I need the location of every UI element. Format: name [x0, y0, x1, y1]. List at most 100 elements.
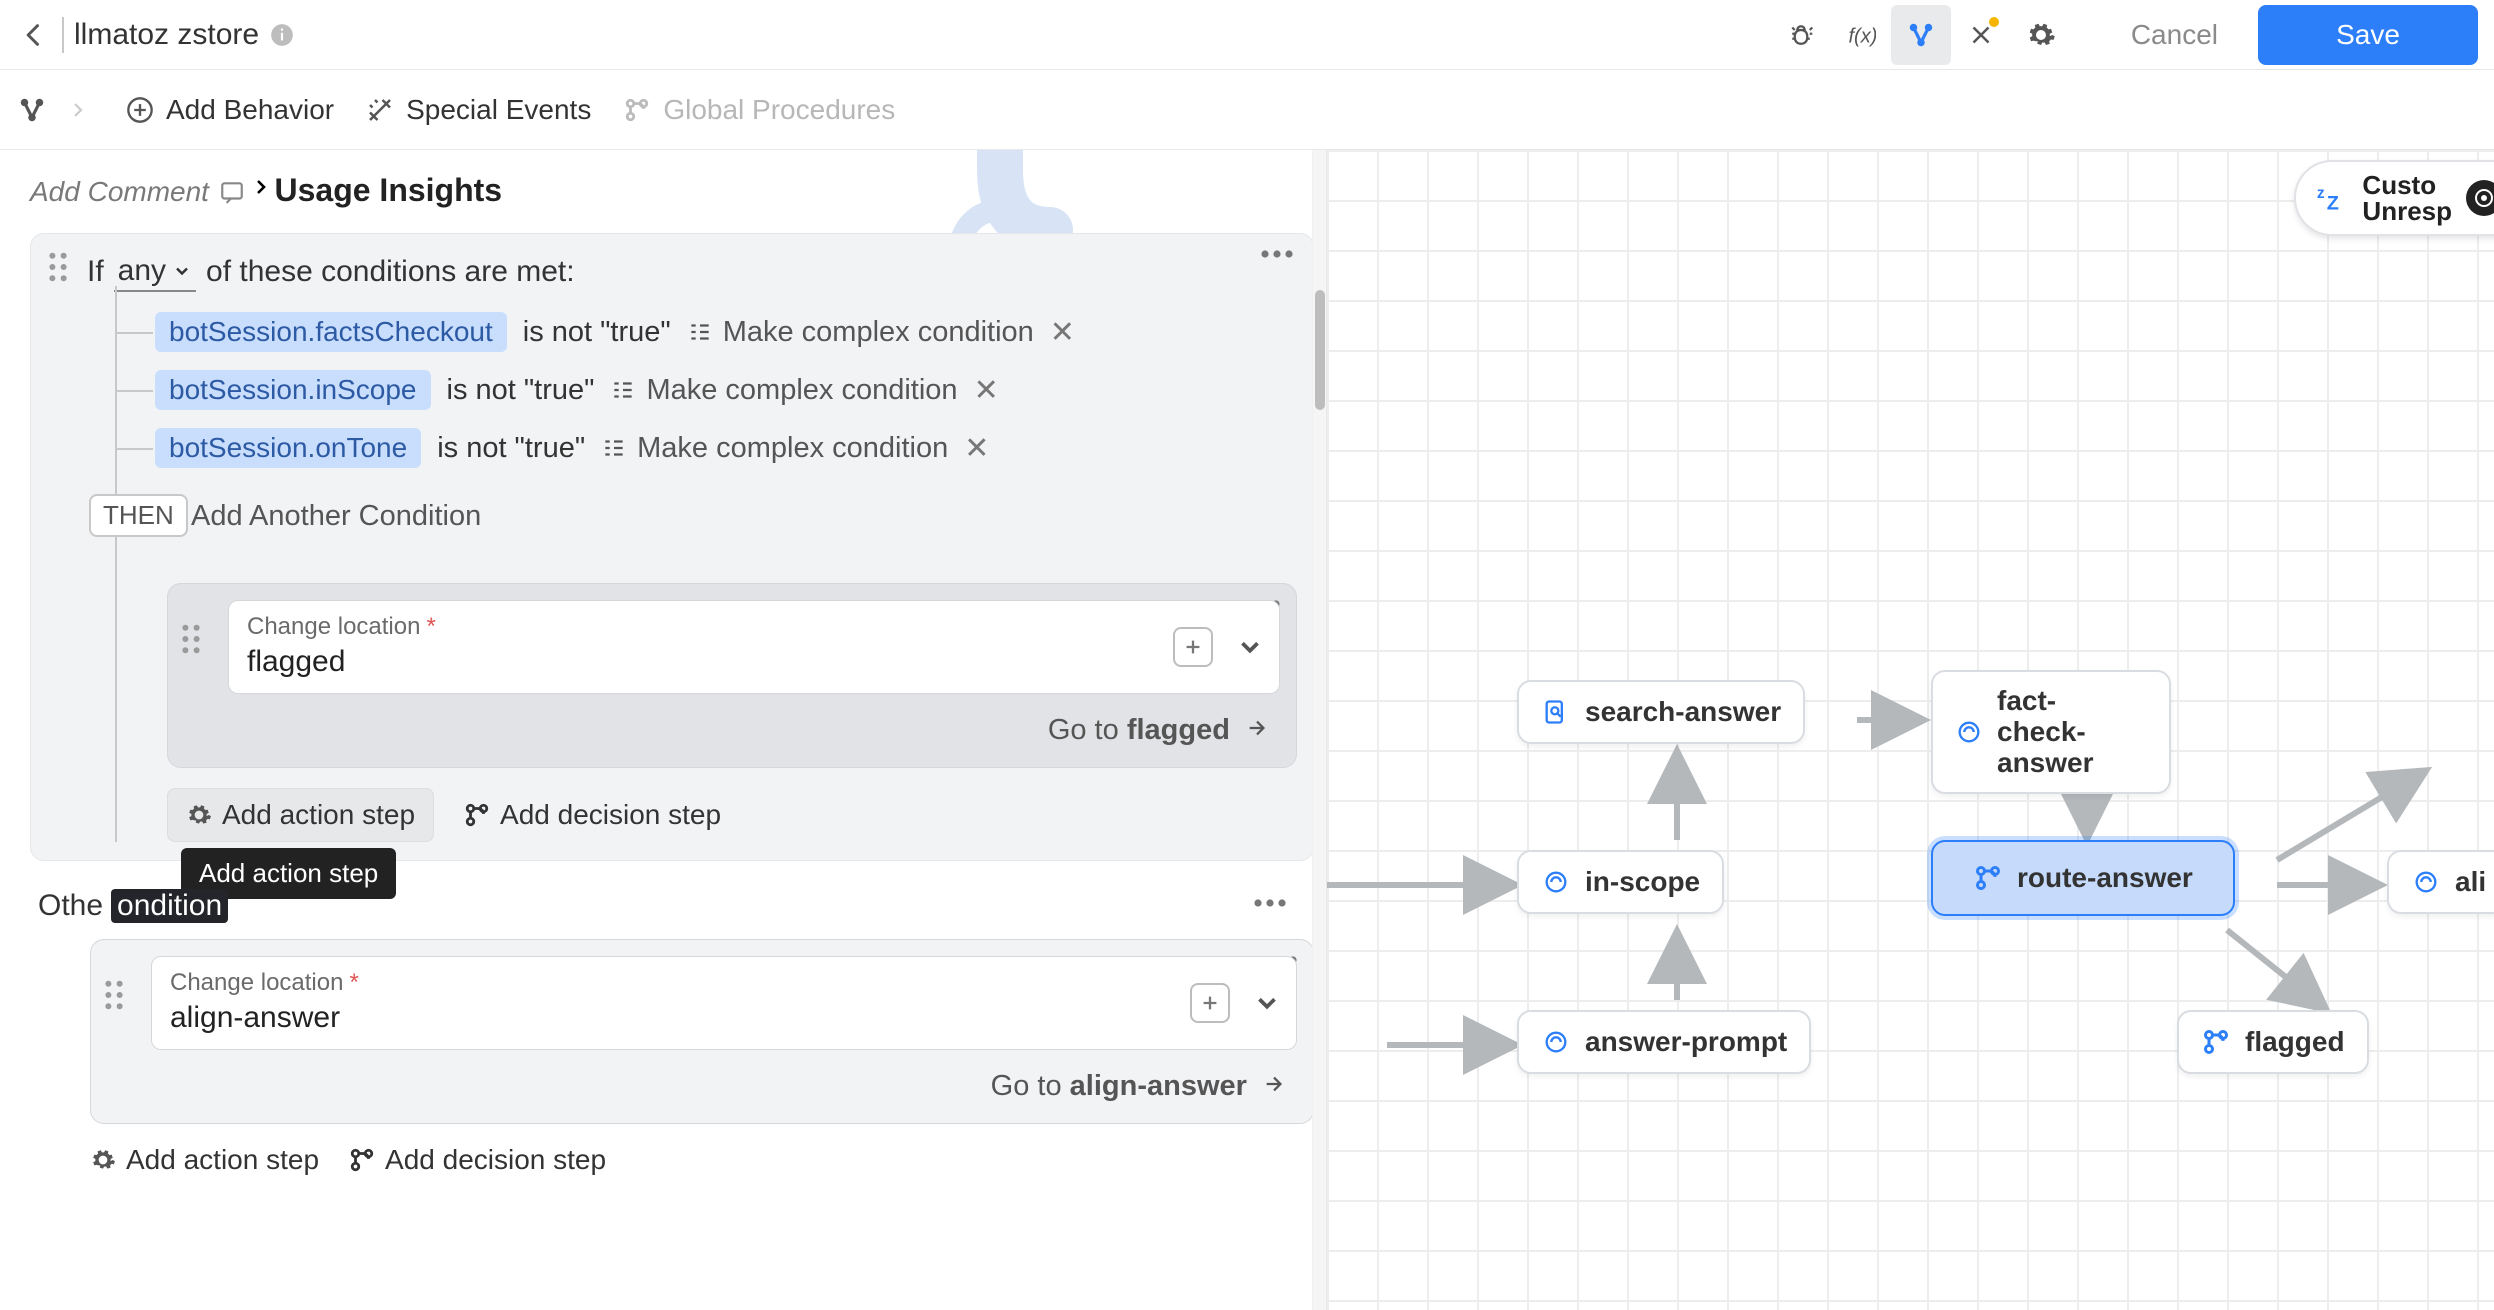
node-label: route-answer — [2017, 862, 2193, 894]
change-location-value: align-answer — [170, 1001, 1278, 1035]
page-title: llmatoz zstore — [74, 18, 259, 52]
any-selector[interactable]: any — [114, 252, 196, 292]
plus-icon[interactable] — [1190, 983, 1230, 1023]
change-location-label: Change location — [170, 969, 343, 997]
usage-insights-heading[interactable]: Usage Insights — [252, 172, 502, 209]
custom-line1: Custo — [2362, 172, 2452, 198]
flow-icon[interactable] — [1891, 5, 1951, 65]
node-answer-prompt[interactable]: answer-prompt — [1517, 1010, 1811, 1074]
node-flagged[interactable]: flagged — [2177, 1010, 2369, 1074]
content-area: Add Comment Usage Insights — [0, 150, 2494, 1310]
node-route-answer[interactable]: route-answer — [1931, 840, 2235, 916]
drag-handle-icon[interactable] — [180, 624, 202, 654]
gear-icon[interactable] — [2011, 5, 2071, 65]
list-icon — [610, 377, 636, 403]
goto-target: flagged — [1127, 714, 1230, 746]
add-action-step-label: Add action step — [222, 799, 415, 831]
fx-icon[interactable]: f(x) — [1831, 5, 1891, 65]
variable-chip[interactable]: botSession.onTone — [155, 428, 421, 468]
condition-row: botSession.factsCheckout is not "true" M… — [155, 312, 1297, 352]
scrollbar[interactable] — [1312, 150, 1326, 1310]
make-complex-button[interactable]: Make complex condition — [687, 316, 1034, 349]
change-location-field[interactable]: Change location * align-answer — [151, 956, 1297, 1050]
otherwise-label-visible: Othe — [38, 889, 103, 923]
goto-flagged-link[interactable]: Go to flagged — [184, 714, 1270, 747]
variable-chip[interactable]: botSession.inScope — [155, 370, 431, 410]
remove-condition-button[interactable]: ✕ — [964, 431, 989, 466]
chevron-down-icon[interactable] — [1252, 988, 1282, 1018]
tools-icon[interactable] — [1951, 5, 2011, 65]
add-decision-step-label: Add decision step — [385, 1144, 606, 1176]
custom-line2: Unresp — [2362, 198, 2452, 224]
remove-condition-button[interactable]: ✕ — [974, 373, 999, 408]
variable-chip[interactable]: botSession.factsCheckout — [155, 312, 507, 352]
any-label: any — [118, 254, 166, 288]
goto-align-link[interactable]: Go to align-answer — [107, 1070, 1287, 1103]
cancel-button[interactable]: Cancel — [2111, 9, 2238, 61]
node-label: answer-prompt — [1585, 1026, 1787, 1058]
node-fact-check[interactable]: fact- check-answer — [1931, 670, 2171, 794]
info-icon[interactable] — [269, 22, 295, 48]
node-label: flagged — [2245, 1026, 2345, 1058]
node-in-scope[interactable]: in-scope — [1517, 850, 1724, 914]
condition-operator[interactable]: is not "true" — [437, 432, 585, 465]
document-search-icon — [1541, 697, 1571, 727]
scrollbar-thumb[interactable] — [1315, 290, 1325, 410]
add-another-condition-button[interactable]: Add Another Condition — [155, 500, 481, 533]
add-decision-step-button-2[interactable]: Add decision step — [349, 1144, 606, 1176]
make-complex-label: Make complex condition — [637, 432, 948, 465]
flow-icon[interactable] — [16, 94, 48, 126]
node-label: fact- check-answer — [1997, 686, 2147, 778]
then-chip: THEN — [89, 494, 188, 537]
svg-text:f(x): f(x) — [1848, 25, 1876, 47]
add-behavior-button[interactable]: Add Behavior — [124, 94, 334, 126]
brain-icon — [2411, 867, 2441, 897]
conditions-block: botSession.factsCheckout is not "true" M… — [47, 312, 1297, 842]
change-location-field[interactable]: Change location * flagged — [228, 600, 1280, 694]
chevron-down-icon[interactable] — [1235, 632, 1265, 662]
secondary-bar: Add Behavior Special Events Global Proce… — [0, 70, 2494, 150]
global-procedures-button[interactable]: Global Procedures — [621, 94, 895, 126]
remove-condition-button[interactable]: ✕ — [1050, 315, 1075, 350]
svg-text:z: z — [2317, 185, 2325, 202]
make-complex-button[interactable]: Make complex condition — [601, 432, 948, 465]
change-location-label: Change location — [247, 613, 420, 641]
special-events-button[interactable]: Special Events — [364, 94, 591, 126]
brain-icon — [1541, 1027, 1571, 1057]
change-location-value: flagged — [247, 645, 1261, 679]
comment-icon — [219, 179, 245, 205]
node-search-answer[interactable]: search-answer — [1517, 680, 1805, 744]
rule-card: If any of these conditions are met: botS… — [30, 233, 1314, 861]
add-decision-step-button[interactable]: Add decision step — [464, 788, 721, 842]
action-card: Change location * align-answer — [90, 939, 1314, 1124]
more-icon[interactable] — [1252, 897, 1288, 909]
plus-icon[interactable] — [1173, 627, 1213, 667]
gear-icon — [186, 802, 212, 828]
add-action-step-button-2[interactable]: Add action step — [90, 1144, 319, 1176]
node-align[interactable]: ali — [2387, 850, 2494, 914]
custom-unresp-pill[interactable]: zZ Custo Unresp — [2294, 160, 2494, 236]
condition-operator[interactable]: is not "true" — [523, 316, 671, 349]
flow-canvas[interactable]: search-answer fact- check-answer in-scop… — [1326, 150, 2494, 1310]
drag-handle-icon[interactable] — [47, 252, 69, 282]
otherwise-covered: ondition — [111, 889, 228, 923]
save-button[interactable]: Save — [2258, 5, 2478, 65]
condition-row: botSession.inScope is not "true" Make co… — [155, 370, 1297, 410]
of-label: of these conditions are met: — [206, 255, 575, 289]
back-arrow-icon[interactable] — [16, 17, 52, 53]
goto-target: align-answer — [1070, 1070, 1247, 1102]
add-comment-label: Add Comment — [30, 176, 209, 208]
more-icon[interactable] — [1259, 248, 1295, 260]
node-label: search-answer — [1585, 696, 1781, 728]
add-comment-button[interactable]: Add Comment — [30, 176, 245, 208]
node-label: ali — [2455, 866, 2486, 898]
arrow-right-icon — [1261, 1073, 1287, 1095]
header-bar: llmatoz zstore f(x) Cancel Save — [0, 0, 2494, 70]
bug-icon[interactable] — [1771, 5, 1831, 65]
condition-operator[interactable]: is not "true" — [447, 374, 595, 407]
add-action-step-button[interactable]: Add action step — [167, 788, 434, 842]
header-divider — [62, 17, 64, 53]
sleep-icon: zZ — [2314, 181, 2348, 215]
make-complex-button[interactable]: Make complex condition — [610, 374, 957, 407]
drag-handle-icon[interactable] — [103, 980, 125, 1010]
